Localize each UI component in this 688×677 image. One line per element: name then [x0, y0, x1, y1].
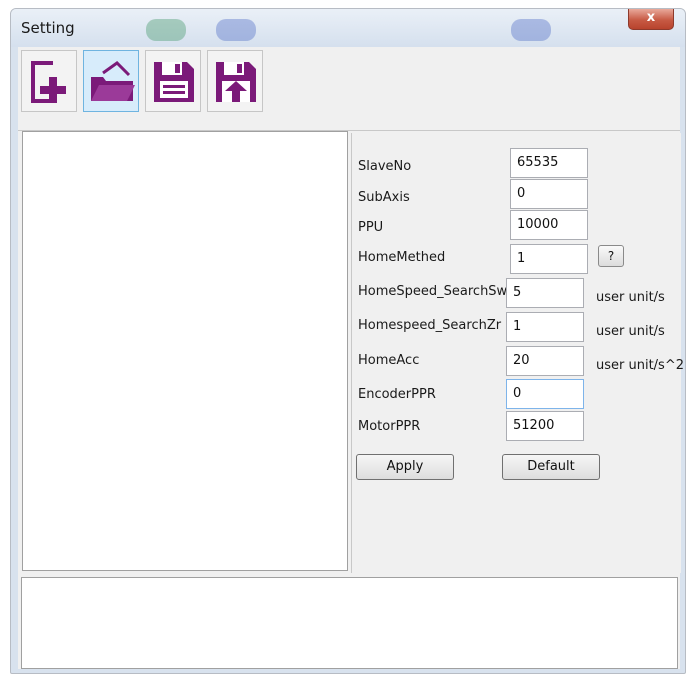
homespeed-searchzr-input[interactable]: 1 — [506, 312, 584, 342]
motorppr-input[interactable]: 51200 — [506, 411, 584, 441]
slaveno-input[interactable]: 65535 — [510, 148, 588, 178]
settings-panel: SlaveNo 65535 SubAxis 0 PPU 10000 HomeMe… — [351, 133, 684, 573]
save-as-button[interactable] — [207, 50, 263, 112]
client-area: SlaveNo 65535 SubAxis 0 PPU 10000 HomeMe… — [18, 47, 684, 669]
ppu-label: PPU — [358, 220, 384, 235]
save-icon — [154, 62, 194, 102]
list-panel[interactable] — [22, 131, 348, 571]
open-folder-icon — [91, 61, 135, 101]
homespeed-searchzr-unit: user unit/s — [596, 324, 665, 339]
homespeed-searchsw-input[interactable]: 5 — [506, 278, 584, 308]
output-panel[interactable] — [21, 577, 678, 669]
motorppr-label: MotorPPR — [358, 419, 421, 434]
save-as-icon — [216, 62, 256, 102]
save-button[interactable] — [145, 50, 201, 112]
new-button[interactable] — [21, 50, 77, 112]
homespeed-searchsw-unit: user unit/s — [596, 290, 665, 305]
subaxis-input[interactable]: 0 — [510, 179, 588, 209]
homemethed-help-button[interactable]: ? — [598, 245, 624, 267]
homemethed-label: HomeMethed — [358, 250, 446, 265]
ppu-input[interactable]: 10000 — [510, 210, 588, 240]
homespeed-searchsw-label: HomeSpeed_SearchSw — [358, 284, 508, 299]
setting-window: Setting x SlaveNo 65535 SubAxis 0 PPU 10… — [10, 8, 686, 674]
encoderppr-input[interactable]: 0 — [506, 379, 584, 409]
title-bar[interactable]: Setting x — [11, 9, 685, 47]
window-title: Setting — [21, 19, 75, 37]
background-blur — [216, 19, 256, 41]
homespeed-searchzr-label: Homespeed_SearchZr — [358, 318, 502, 333]
homeacc-unit: user unit/s^2 — [596, 358, 684, 373]
close-button[interactable]: x — [628, 9, 674, 30]
open-button[interactable] — [83, 50, 139, 112]
encoderppr-label: EncoderPPR — [358, 387, 436, 402]
homemethed-input[interactable]: 1 — [510, 244, 588, 274]
homeacc-label: HomeAcc — [358, 353, 420, 368]
new-file-icon — [31, 61, 66, 103]
subaxis-label: SubAxis — [358, 190, 410, 205]
background-blur — [511, 19, 551, 41]
homeacc-input[interactable]: 20 — [506, 346, 584, 376]
background-blur — [146, 19, 186, 41]
slaveno-label: SlaveNo — [358, 159, 412, 174]
default-button[interactable]: Default — [502, 454, 600, 480]
apply-button[interactable]: Apply — [356, 454, 454, 480]
close-icon: x — [646, 10, 656, 25]
